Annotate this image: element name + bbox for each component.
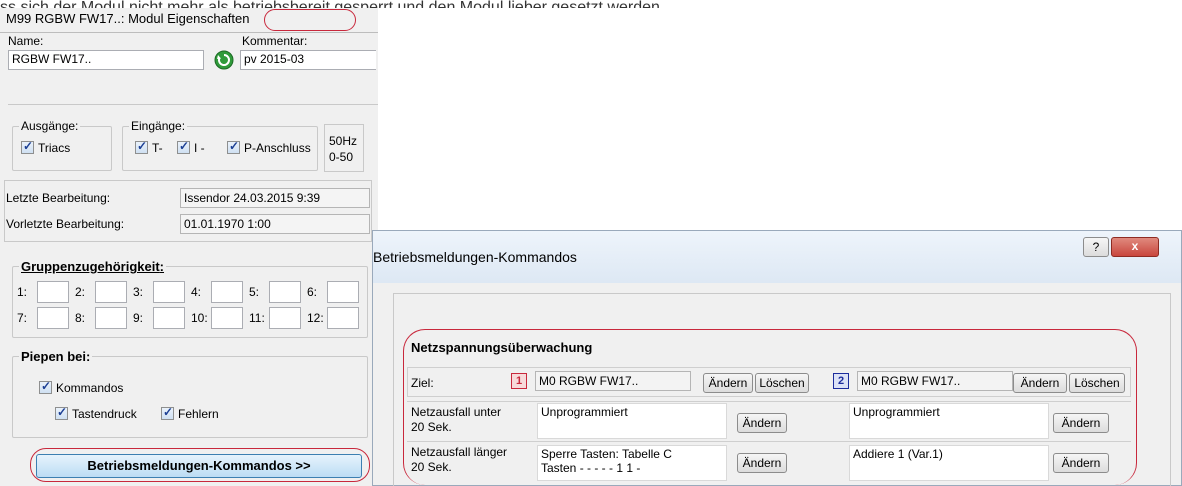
last-edit-label: Letzte Bearbeitung: xyxy=(6,191,111,205)
checkbox-icon xyxy=(227,139,240,154)
background-desktop xyxy=(378,8,1182,230)
outputs-group-title: Ausgänge: xyxy=(19,119,81,133)
group-field[interactable] xyxy=(95,307,127,329)
group-field[interactable] xyxy=(211,307,243,329)
beep-group-title: Piepen bei: xyxy=(19,349,93,364)
group-field[interactable] xyxy=(37,281,69,303)
inputs-group-title: Eingänge: xyxy=(129,119,188,133)
group-label: 7: xyxy=(17,311,28,325)
ops-button-annotation-oval xyxy=(30,448,370,482)
checkbox-icon xyxy=(55,405,68,420)
group-label: 3: xyxy=(133,285,144,299)
group-label: 2: xyxy=(75,285,86,299)
beep-keypress-label: Tastendruck xyxy=(72,407,137,421)
beep-keypress-checkbox[interactable]: Tastendruck xyxy=(55,405,137,421)
group-label: 10: xyxy=(191,311,208,325)
name-label: Name: xyxy=(8,34,44,48)
help-button[interactable]: ? xyxy=(1083,237,1109,257)
inputs-group: Eingänge: T- I - P-Anschluss xyxy=(122,119,318,171)
beep-group-title-text: Piepen bei xyxy=(21,349,87,364)
comment-input[interactable]: pv 2015-03 xyxy=(240,50,376,70)
input-t-checkbox[interactable]: T- xyxy=(135,139,163,155)
group-field[interactable] xyxy=(269,281,301,303)
refresh-icon[interactable] xyxy=(214,50,234,70)
frequency-box: 50Hz 0-50 xyxy=(324,124,364,172)
checkbox-icon xyxy=(21,139,34,154)
group-membership-title-text: Gruppenzugehörigkeit xyxy=(21,259,160,274)
title-annotation-oval xyxy=(264,9,356,31)
group-field[interactable] xyxy=(153,281,185,303)
group-label: 12: xyxy=(307,311,324,325)
frequency-line1: 50Hz xyxy=(329,134,358,148)
group-field[interactable] xyxy=(327,281,359,303)
group-field[interactable] xyxy=(95,281,127,303)
module-properties-window: M99 RGBW FW17..: Modul Eigenschaften Nam… xyxy=(0,8,378,486)
header-separator xyxy=(8,104,378,105)
beep-commands-checkbox[interactable]: Kommandos xyxy=(39,379,124,395)
group-label: 6: xyxy=(307,285,318,299)
title-separator xyxy=(0,32,378,33)
section-annotation-oval xyxy=(403,329,1137,485)
group-label: 9: xyxy=(133,311,144,325)
group-field[interactable] xyxy=(37,307,69,329)
comment-label: Kommentar: xyxy=(242,34,308,48)
input-i-label: I - xyxy=(194,141,205,155)
input-p-label: P-Anschluss xyxy=(244,141,311,155)
cropped-background-text: ss sich der Modul nicht mehr als betrieb… xyxy=(0,0,1182,8)
input-p-checkbox[interactable]: P-Anschluss xyxy=(227,139,311,155)
prev-edit-label: Vorletzte Bearbeitung: xyxy=(6,217,125,231)
group-membership-title: Gruppenzugehörigkeit: xyxy=(19,259,167,274)
group-label: 1: xyxy=(17,285,28,299)
checkbox-icon xyxy=(161,405,174,420)
input-i-checkbox[interactable]: I - xyxy=(177,139,205,155)
group-field[interactable] xyxy=(327,307,359,329)
window-title: M99 RGBW FW17..: Modul Eigenschaften xyxy=(6,11,250,26)
triacs-label: Triacs xyxy=(38,141,71,155)
operating-messages-dialog: Betriebsmeldungen-Kommandos ? x Netzspan… xyxy=(372,230,1182,486)
group-label: 5: xyxy=(249,285,260,299)
group-field[interactable] xyxy=(153,307,185,329)
prev-edit-value: 01.01.1970 1:00 xyxy=(180,214,370,234)
frequency-line2: 0-50 xyxy=(329,150,354,164)
dialog-title: Betriebsmeldungen-Kommandos xyxy=(373,249,577,265)
close-icon: x xyxy=(1131,239,1139,253)
group-label: 11: xyxy=(249,311,265,325)
beep-commands-label: Kommandos xyxy=(56,381,124,395)
outputs-group: Ausgänge: Triacs xyxy=(12,119,112,171)
checkbox-icon xyxy=(177,139,190,154)
triacs-checkbox[interactable]: Triacs xyxy=(21,139,71,155)
close-button[interactable]: x xyxy=(1111,237,1159,257)
beep-errors-checkbox[interactable]: Fehlern xyxy=(161,405,219,421)
group-label: 4: xyxy=(191,285,202,299)
last-edit-value: Issendor 24.03.2015 9:39 xyxy=(180,188,370,208)
help-icon: ? xyxy=(1092,240,1100,254)
input-t-label: T- xyxy=(152,141,163,155)
group-field[interactable] xyxy=(269,307,301,329)
checkbox-icon xyxy=(39,379,52,394)
group-field[interactable] xyxy=(211,281,243,303)
checkbox-icon xyxy=(135,139,148,154)
name-input[interactable]: RGBW FW17.. xyxy=(8,50,204,70)
beep-group: Piepen bei: Kommandos Tastendruck Fehler… xyxy=(12,349,368,438)
beep-errors-label: Fehlern xyxy=(178,407,219,421)
group-label: 8: xyxy=(75,311,86,325)
group-membership-group: Gruppenzugehörigkeit: 1: 2: 3: 4: 5: 6: 7: 8: 9:… xyxy=(12,259,368,338)
